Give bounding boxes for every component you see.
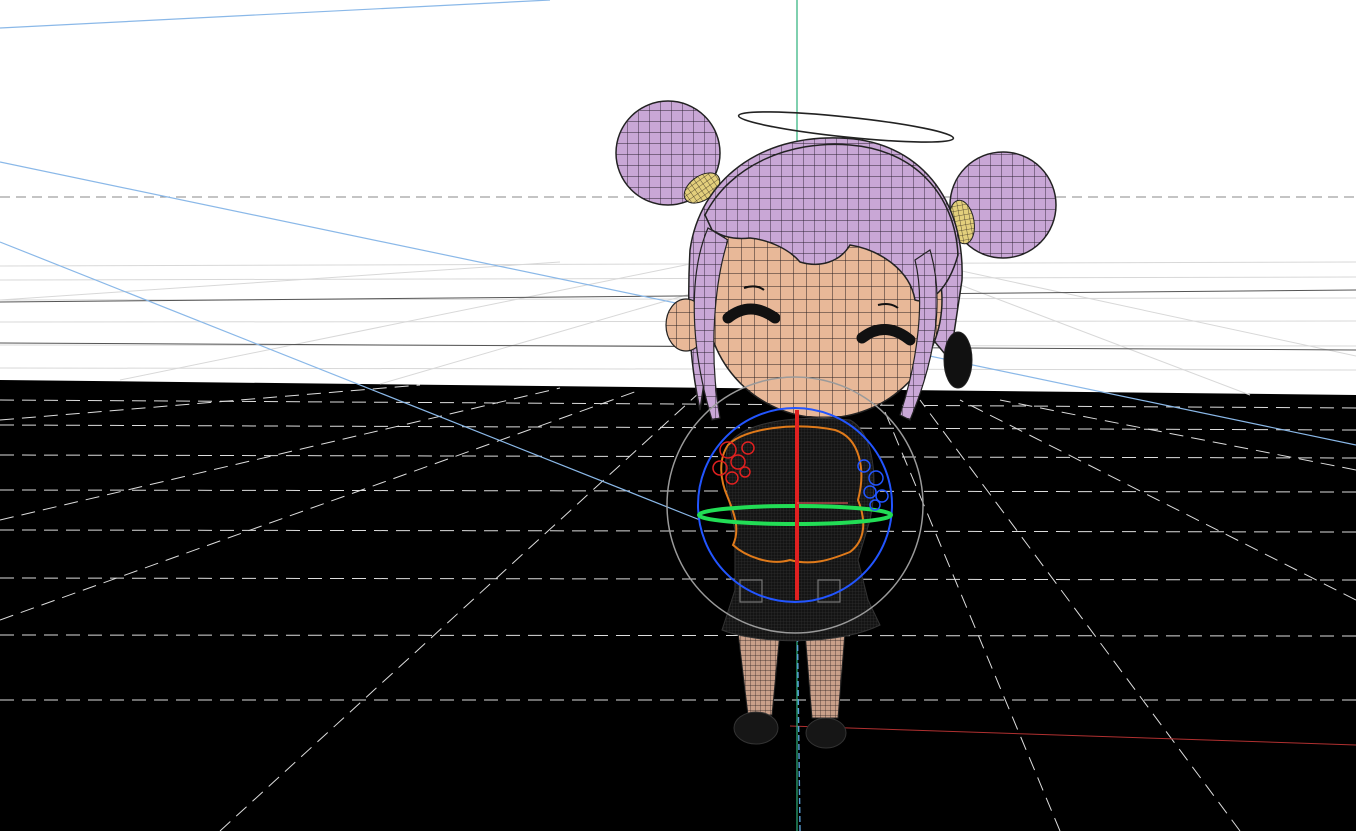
- shoe-left: [733, 711, 779, 745]
- 3d-viewport[interactable]: [0, 0, 1356, 831]
- leg-right: [804, 631, 846, 719]
- viewport-canvas[interactable]: [0, 0, 1356, 831]
- background-lower: [0, 380, 1356, 831]
- shoe-right: [805, 717, 847, 749]
- ear-right: [943, 331, 973, 389]
